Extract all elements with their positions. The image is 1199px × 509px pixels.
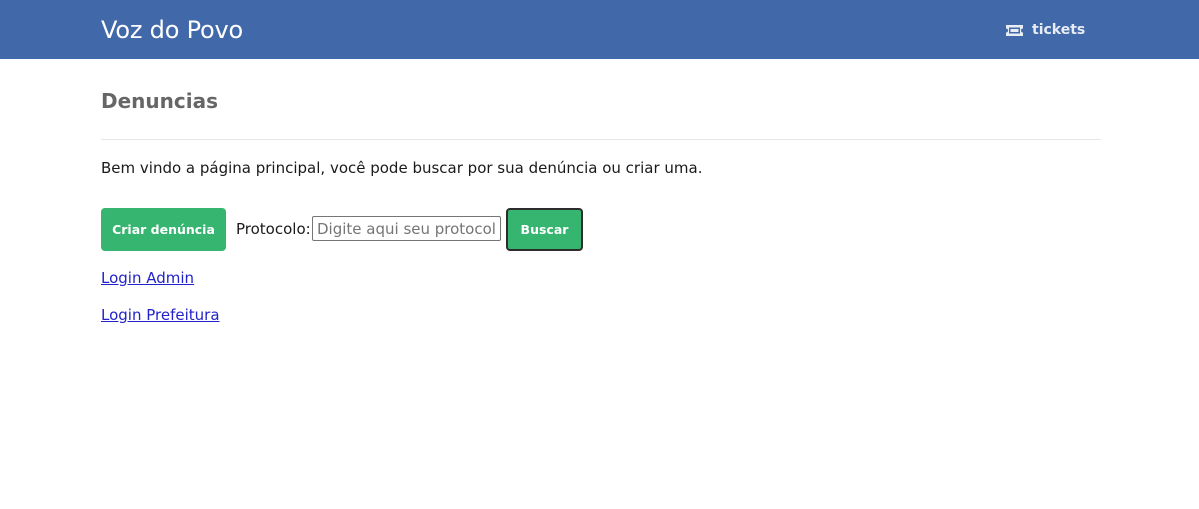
admin-login-link[interactable]: Login Admin — [101, 269, 194, 287]
brand-link[interactable]: Voz do Povo — [101, 16, 243, 44]
search-button[interactable]: Buscar — [506, 208, 583, 251]
protocol-input[interactable] — [312, 216, 501, 241]
title-divider — [101, 139, 1101, 140]
top-navbar: Voz do Povo tickets — [0, 0, 1199, 59]
city-login-link[interactable]: Login Prefeitura — [101, 306, 220, 324]
nav-tickets-label: tickets — [1032, 22, 1086, 38]
create-complaint-button[interactable]: Criar denúncia — [101, 208, 226, 251]
page-title: Denuncias — [101, 89, 218, 113]
nav-tickets-link[interactable]: tickets — [1005, 20, 1085, 40]
ticket-icon — [1005, 24, 1024, 37]
intro-text: Bem vindo a página principal, você pode … — [101, 159, 703, 177]
protocol-label: Protocolo: — [236, 220, 311, 238]
